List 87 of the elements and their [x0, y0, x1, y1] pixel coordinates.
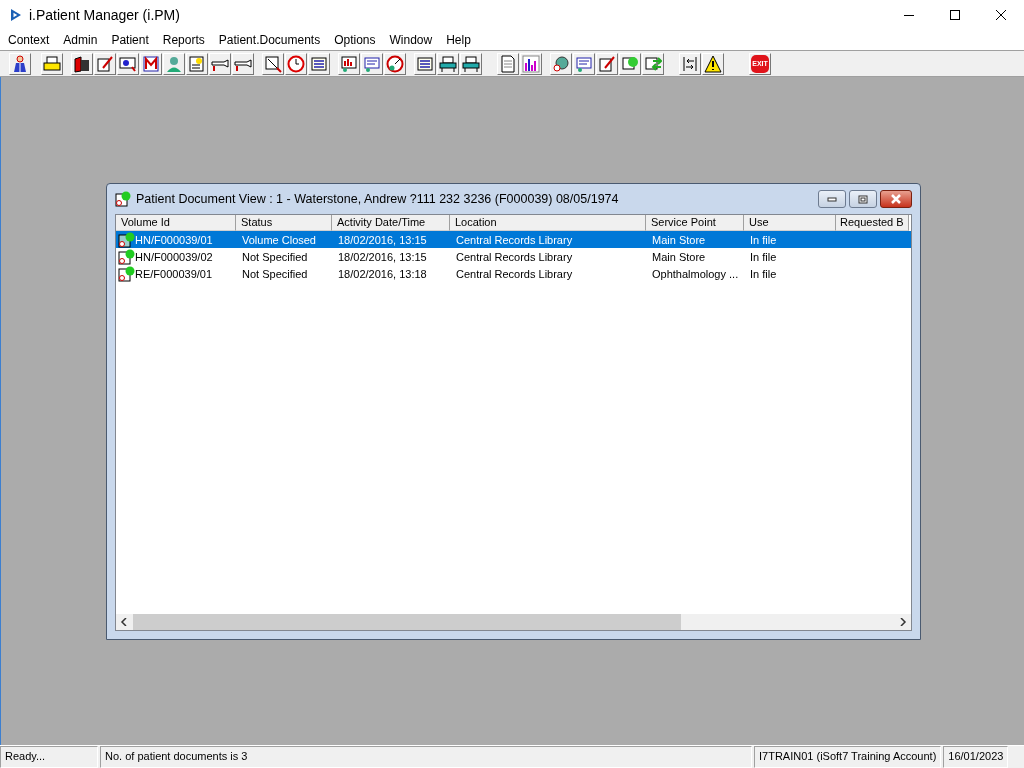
toolbar-button[interactable] — [702, 52, 724, 75]
menu-item[interactable]: Options — [327, 33, 383, 47]
menu-item[interactable]: Window — [382, 33, 440, 47]
close-button[interactable] — [880, 190, 912, 208]
table-cell: HN/F000039/01 — [135, 233, 213, 246]
toolbar-button[interactable] — [460, 52, 482, 75]
menu-item[interactable]: Context — [1, 33, 57, 47]
book-icon — [73, 54, 91, 73]
close-icon — [890, 194, 902, 204]
table-cell: In file — [750, 250, 777, 263]
bed-icon — [439, 54, 457, 73]
page-icon — [499, 54, 517, 73]
note-icon — [188, 54, 206, 73]
letter-m-icon — [142, 54, 160, 73]
table-row[interactable]: HN/F000039/01 Volume Closed 18/02/2016, 13:15 Central Records Library Main Store In file — [116, 231, 911, 248]
table-cell: Central Records Library — [456, 233, 573, 246]
menu-item[interactable]: Help — [439, 33, 478, 47]
document-window-title: Patient Document View : 1 - Waterstone, Andrew ?111 232 3236 (F000039) 08/05/1974 — [136, 192, 620, 206]
table-cell: 18/02/2016, 13:18 — [338, 267, 427, 280]
document-icon — [118, 231, 135, 248]
person-icon — [11, 54, 29, 73]
restore-button[interactable] — [849, 190, 877, 208]
scrollbar-thumb[interactable] — [133, 614, 681, 630]
column-header[interactable]: Volume Id — [116, 215, 236, 231]
status-panel: Ready... — [0, 746, 98, 768]
document-icon — [115, 191, 131, 207]
table-cell: HN/F000039/02 — [135, 250, 213, 263]
toolbar-button[interactable] — [71, 52, 93, 75]
clock-icon — [287, 54, 305, 73]
form-icon — [575, 54, 593, 73]
status-panel: No. of patient documents is 3 — [100, 746, 752, 768]
restore-icon — [858, 194, 868, 204]
pencil-icon — [96, 54, 114, 73]
table-cell: Central Records Library — [456, 267, 573, 280]
table-cell: Not Specified — [242, 250, 308, 263]
column-header[interactable]: Service Point — [646, 215, 744, 231]
menu-item[interactable]: Admin — [56, 33, 105, 47]
status-panel: 16/01/2023 — [943, 746, 1009, 768]
toolbar-button[interactable] — [437, 52, 459, 75]
column-header[interactable]: Activity Date/Time — [332, 215, 450, 231]
menu-item[interactable]: Reports — [155, 33, 212, 47]
table-cell: Main Store — [652, 233, 706, 246]
swap-icon — [681, 54, 699, 73]
bar-chart-icon — [522, 54, 540, 73]
gauge-icon — [386, 54, 404, 73]
table-cell: 18/02/2016, 13:15 — [338, 250, 427, 263]
column-header[interactable]: Location — [450, 215, 646, 231]
column-header[interactable]: Requested B — [836, 215, 909, 231]
app-logo-icon — [9, 8, 23, 22]
menu-item[interactable]: Patient.Documents — [211, 33, 328, 47]
close-icon — [996, 10, 1006, 20]
table-cell: In file — [750, 233, 777, 246]
menu-item[interactable]: Patient — [104, 33, 156, 47]
maximize-icon — [950, 10, 960, 20]
table-cell: RE/F000039/01 — [135, 267, 213, 280]
status-panel: I7TRAIN01 (iSoft7 Training Account) — [754, 746, 942, 768]
window-title: i.Patient Manager (i.PM) — [29, 7, 181, 23]
printer-icon — [43, 54, 61, 73]
form-icon — [363, 54, 381, 73]
bed-icon — [462, 54, 480, 73]
table-cell: Not Specified — [242, 267, 308, 280]
minimize-button[interactable] — [818, 190, 846, 208]
table-cell: Ophthalmology ... — [652, 267, 739, 280]
table-cell: 18/02/2016, 13:15 — [338, 233, 427, 246]
doctor-icon — [165, 54, 183, 73]
card-icon — [119, 54, 137, 73]
column-header[interactable]: Use — [744, 215, 836, 231]
table-cell: Central Records Library — [456, 250, 573, 263]
pencil-icon — [598, 54, 616, 73]
table-cell: In file — [750, 267, 777, 280]
list-icon — [310, 54, 328, 73]
toolbar-button[interactable] — [117, 52, 139, 75]
arrows-icon — [644, 54, 662, 73]
chart-icon — [340, 54, 358, 73]
document-icon — [118, 265, 135, 282]
warning-icon — [704, 54, 722, 73]
toolbar-button[interactable] — [9, 52, 31, 75]
minimize-icon — [827, 196, 837, 202]
table-cell: Main Store — [652, 250, 706, 263]
table-row[interactable]: HN/F000039/02 Not Specified 18/02/2016, 13:15 Central Records Library Main Store In file — [116, 248, 911, 265]
toolbar-button[interactable] — [520, 52, 542, 75]
column-header[interactable]: Status — [236, 215, 332, 231]
document-icon — [118, 248, 135, 265]
table-cell: Volume Closed — [242, 233, 316, 246]
table-row[interactable]: RE/F000039/01 Not Specified 18/02/2016, 13:18 Central Records Library Ophthalmology ... In file — [116, 265, 911, 282]
list-icon — [416, 54, 434, 73]
document-ball-icon — [621, 54, 639, 73]
